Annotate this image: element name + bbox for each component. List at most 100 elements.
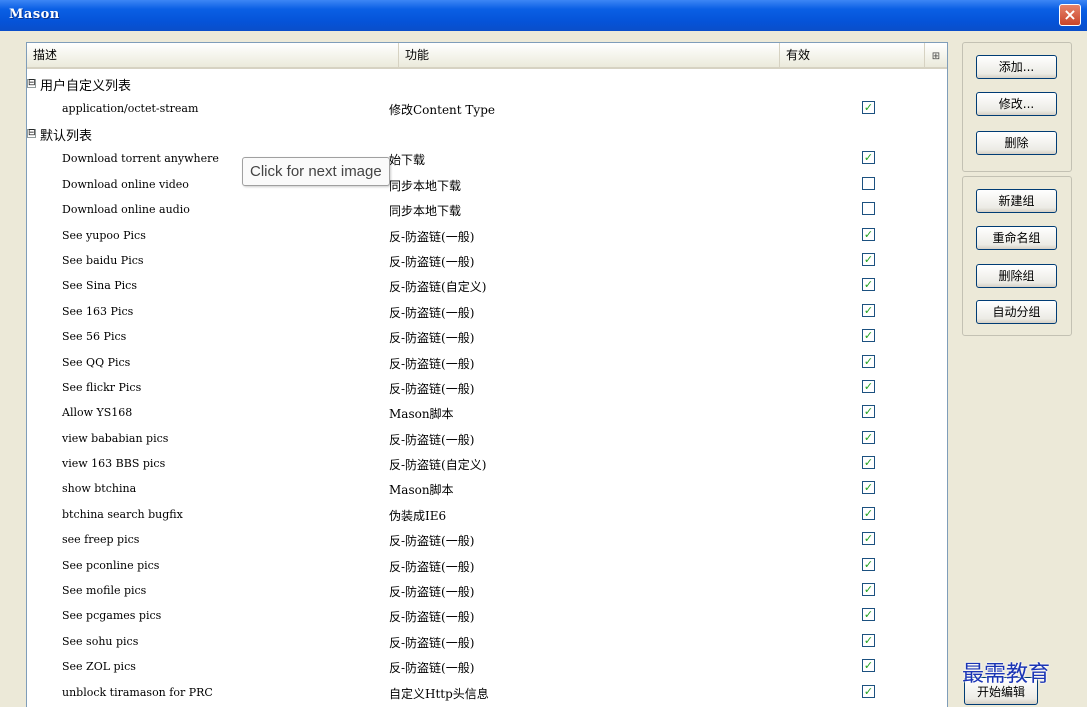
rule-function: 伪装成IE6 (389, 508, 447, 523)
rename-group-button[interactable]: 重命名组 (976, 226, 1057, 250)
check-icon: ✓ (863, 101, 874, 114)
enabled-checkbox[interactable]: ✓ (862, 354, 875, 368)
rule-description: See pconline pics (62, 558, 160, 572)
check-icon: ✓ (863, 354, 874, 368)
rule-function: Mason脚本 (389, 483, 454, 498)
rule-description: show btchina (62, 482, 137, 496)
enabled-checkbox[interactable]: ✓ (862, 583, 875, 597)
enabled-checkbox[interactable]: ✓ (862, 227, 875, 241)
new-group-button[interactable]: 新建组 (976, 189, 1057, 213)
rule-function: 修改Content Type (389, 103, 495, 117)
close-button[interactable]: × (1059, 4, 1081, 26)
check-icon: ✓ (863, 583, 874, 597)
rule-description: Download torrent anywhere (62, 152, 219, 166)
enabled-checkbox[interactable]: ✓ (862, 329, 875, 343)
enabled-checkbox[interactable]: ✓ (862, 532, 875, 546)
table-row[interactable]: view bababian pics 反-防盗链(一般) ✓ (27, 427, 947, 452)
group-row[interactable]: ⊟ 默认列表 (27, 122, 947, 147)
window-title: Mason (9, 7, 60, 22)
enabled-checkbox[interactable] (862, 202, 875, 216)
rule-function: 反-防盗链(一般) (389, 635, 475, 650)
column-header-valid[interactable]: 有效 (780, 43, 925, 67)
table-row[interactable]: See 163 Pics 反-防盗链(一般) ✓ (27, 300, 947, 325)
rule-function: 反-防盗链(一般) (389, 305, 475, 320)
rule-description: See mofile pics (62, 584, 147, 598)
enabled-checkbox[interactable]: ✓ (862, 252, 875, 266)
table-row[interactable]: See 56 Pics 反-防盗链(一般) ✓ (27, 325, 947, 350)
check-icon: ✓ (863, 303, 874, 317)
rule-description: See ZOL pics (62, 660, 136, 674)
rule-description: Download online video (62, 177, 189, 191)
table-row[interactable]: Download torrent anywhere 始下载 ✓ (27, 147, 947, 172)
rule-function: 反-防盗链(一般) (389, 254, 475, 269)
enabled-checkbox[interactable]: ✓ (862, 633, 875, 647)
check-icon: ✓ (863, 659, 874, 673)
enabled-checkbox[interactable]: ✓ (862, 379, 875, 393)
check-icon: ✓ (863, 456, 874, 470)
group-label: 用户自定义列表 (40, 79, 132, 94)
table-row[interactable]: See mofile pics 反-防盗链(一般) ✓ (27, 579, 947, 604)
check-icon: ✓ (863, 684, 874, 698)
enabled-checkbox[interactable]: ✓ (862, 430, 875, 444)
mason-window: Mason × 描述 功能 有效 ⊞ ⊟ 用户自定义列表 application/o… (0, 0, 1087, 707)
table-row[interactable]: See pcgames pics 反-防盗链(一般) ✓ (27, 604, 947, 629)
add-button[interactable]: 添加... (976, 55, 1057, 79)
table-row[interactable]: See baidu Pics 反-防盗链(一般) ✓ (27, 249, 947, 274)
rule-function: 反-防盗链(一般) (389, 331, 475, 346)
table-row[interactable]: application/octet-stream 修改Content Type ✓ (27, 97, 947, 122)
modify-button[interactable]: 修改... (976, 92, 1057, 116)
delete-group-button[interactable]: 删除组 (976, 264, 1057, 288)
rule-description: view 163 BBS pics (62, 457, 166, 471)
table-row[interactable]: See ZOL pics 反-防盗链(一般) ✓ (27, 655, 947, 680)
watermark: 最需教育 (962, 662, 1051, 687)
enabled-checkbox[interactable]: ✓ (862, 659, 875, 673)
column-header-description[interactable]: 描述 (27, 43, 399, 67)
table-row[interactable]: Allow YS168 Mason脚本 ✓ (27, 401, 947, 426)
table-row[interactable]: unblock tiramason for PRC 自定义Http头信息 ✓ (27, 681, 947, 706)
check-icon: ✓ (863, 379, 874, 393)
enabled-checkbox[interactable]: ✓ (862, 101, 875, 114)
table-row[interactable]: Download online video 同步本地下载 (27, 173, 947, 198)
rule-function: 始下载 (389, 153, 426, 168)
enabled-checkbox[interactable]: ✓ (862, 506, 875, 520)
enabled-checkbox[interactable]: ✓ (862, 405, 875, 419)
collapse-icon[interactable]: ⊟ (27, 79, 36, 88)
enabled-checkbox[interactable]: ✓ (862, 557, 875, 571)
rule-description: Allow YS168 (62, 406, 133, 420)
enabled-checkbox[interactable] (862, 176, 875, 190)
rule-function: Mason脚本 (389, 407, 454, 422)
rule-description: See Sina Pics (62, 279, 137, 293)
rule-function: 反-防盗链(自定义) (389, 280, 487, 295)
rules-list[interactable]: 描述 功能 有效 ⊞ ⊟ 用户自定义列表 application/octet-str… (26, 42, 948, 707)
delete-button[interactable]: 删除 (976, 131, 1057, 155)
tooltip: Click for next image (242, 157, 390, 186)
table-row[interactable]: view 163 BBS pics 反-防盗链(自定义) ✓ (27, 452, 947, 477)
enabled-checkbox[interactable]: ✓ (862, 684, 875, 698)
enabled-checkbox[interactable]: ✓ (862, 608, 875, 622)
table-row[interactable]: Download online audio 同步本地下载 (27, 198, 947, 223)
enabled-checkbox[interactable]: ✓ (862, 456, 875, 470)
enabled-checkbox[interactable]: ✓ (862, 303, 875, 317)
table-row[interactable]: See sohu pics 反-防盗链(一般) ✓ (27, 630, 947, 655)
column-chooser-button[interactable]: ⊞ (925, 43, 947, 67)
table-row[interactable]: See yupoo Pics 反-防盗链(一般) ✓ (27, 224, 947, 249)
group-row[interactable]: ⊟ 用户自定义列表 (27, 72, 947, 97)
table-row[interactable]: btchina search bugfix 伪装成IE6 ✓ (27, 503, 947, 528)
auto-group-button[interactable]: 自动分组 (976, 300, 1057, 324)
table-row[interactable]: See flickr Pics 反-防盗链(一般) ✓ (27, 376, 947, 401)
enabled-checkbox[interactable]: ✓ (862, 278, 875, 292)
check-icon: ✓ (863, 532, 874, 546)
list-rows: ⊟ 用户自定义列表 application/octet-stream 修改Conten… (27, 72, 947, 706)
column-header-function[interactable]: 功能 (399, 43, 780, 67)
table-row[interactable]: show btchina Mason脚本 ✓ (27, 477, 947, 502)
enabled-checkbox[interactable]: ✓ (862, 481, 875, 495)
table-row[interactable]: See QQ Pics 反-防盗链(一般) ✓ (27, 351, 947, 376)
table-row[interactable]: See pconline pics 反-防盗链(一般) ✓ (27, 554, 947, 579)
table-row[interactable]: see freep pics 反-防盗链(一般) ✓ (27, 528, 947, 553)
enabled-checkbox[interactable]: ✓ (862, 151, 875, 165)
table-row[interactable]: See Sina Pics 反-防盗链(自定义) ✓ (27, 274, 947, 299)
item-button-group: 添加... 修改... 删除 (962, 42, 1072, 172)
collapse-icon[interactable]: ⊟ (27, 129, 36, 139)
title-bar: Mason × (0, 0, 1087, 31)
rule-description: See flickr Pics (62, 380, 142, 394)
